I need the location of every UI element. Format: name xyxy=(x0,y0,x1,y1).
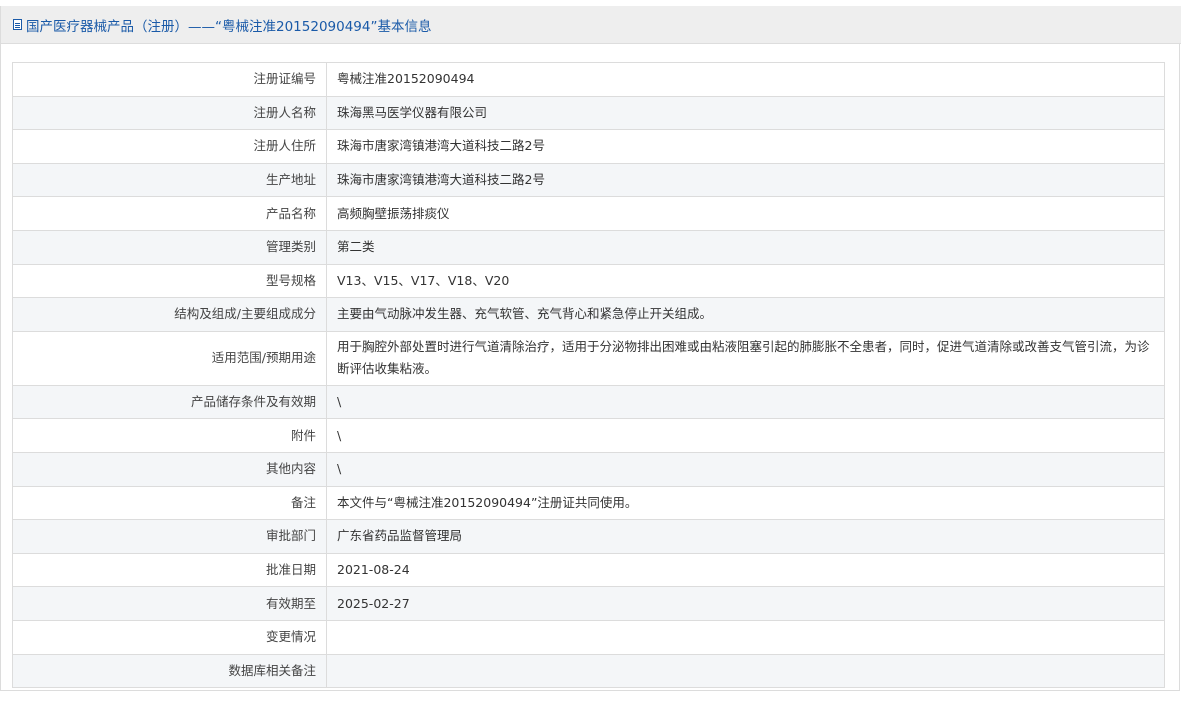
row-label: 附件 xyxy=(12,418,327,453)
table-row-structure: 结构及组成/主要组成成分 主要由气动脉冲发生器、充气软管、充气背心和紧急停止开关… xyxy=(12,297,1165,332)
row-value: \ xyxy=(326,451,1165,487)
row-value: V13、V15、V17、V18、V20 xyxy=(326,263,1165,299)
table-row-intended-use: 适用范围/预期用途 用于胸腔外部处置时进行气道清除治疗，适用于分泌物排出困难或由… xyxy=(12,330,1165,386)
row-value: 珠海市唐家湾镇港湾大道科技二路2号 xyxy=(326,162,1165,198)
panel-title: 国产医疗器械产品（注册）——“粤械注准20152090494”基本信息 xyxy=(26,18,432,35)
table-row-attachment: 附件 \ xyxy=(12,418,1165,453)
table-row-database-remarks: 数据库相关备注 xyxy=(12,653,1165,689)
info-panel: 国产医疗器械产品（注册）——“粤械注准20152090494”基本信息 注册证编… xyxy=(0,6,1181,691)
table-row-registration-number: 注册证编号 粤械注准20152090494 xyxy=(12,62,1165,97)
row-label: 结构及组成/主要组成成分 xyxy=(12,297,327,332)
row-value: 珠海市唐家湾镇港湾大道科技二路2号 xyxy=(326,129,1165,164)
row-label: 型号规格 xyxy=(12,263,327,299)
row-value xyxy=(326,653,1165,689)
table-row-remarks: 备注 本文件与“粤械注准20152090494”注册证共同使用。 xyxy=(12,485,1165,521)
panel-header: 国产医疗器械产品（注册）——“粤械注准20152090494”基本信息 xyxy=(1,6,1181,44)
row-label: 注册人名称 xyxy=(12,95,327,131)
table-row-management-category: 管理类别 第二类 xyxy=(12,229,1165,265)
row-value: 2025-02-27 xyxy=(326,586,1165,621)
row-value: \ xyxy=(326,384,1165,420)
row-label: 管理类别 xyxy=(12,229,327,265)
table-row-approval-department: 审批部门 广东省药品监督管理局 xyxy=(12,519,1165,554)
row-label: 批准日期 xyxy=(12,552,327,588)
row-label: 适用范围/预期用途 xyxy=(12,330,327,386)
row-label: 有效期至 xyxy=(12,586,327,621)
row-label: 审批部门 xyxy=(12,519,327,554)
row-value xyxy=(326,619,1165,655)
table-row-other-content: 其他内容 \ xyxy=(12,451,1165,487)
row-value: \ xyxy=(326,418,1165,453)
row-label: 注册人住所 xyxy=(12,129,327,164)
table-row-production-address: 生产地址 珠海市唐家湾镇港湾大道科技二路2号 xyxy=(12,162,1165,198)
row-label: 产品名称 xyxy=(12,196,327,231)
row-value: 本文件与“粤械注准20152090494”注册证共同使用。 xyxy=(326,485,1165,521)
table-row-approval-date: 批准日期 2021-08-24 xyxy=(12,552,1165,588)
row-value: 用于胸腔外部处置时进行气道清除治疗，适用于分泌物排出困难或由粘液阻塞引起的肺膨胀… xyxy=(326,330,1165,386)
table-row-product-name: 产品名称 高频胸壁振荡排痰仪 xyxy=(12,196,1165,231)
row-label: 备注 xyxy=(12,485,327,521)
row-label: 变更情况 xyxy=(12,619,327,655)
row-value: 高频胸壁振荡排痰仪 xyxy=(326,196,1165,231)
table-row-valid-until: 有效期至 2025-02-27 xyxy=(12,586,1165,621)
info-table: 注册证编号 粤械注准20152090494 注册人名称 珠海黑马医学仪器有限公司… xyxy=(12,62,1165,689)
row-value: 广东省药品监督管理局 xyxy=(326,519,1165,554)
row-label: 生产地址 xyxy=(12,162,327,198)
table-row-registrant-address: 注册人住所 珠海市唐家湾镇港湾大道科技二路2号 xyxy=(12,129,1165,164)
row-value: 2021-08-24 xyxy=(326,552,1165,588)
row-value: 粤械注准20152090494 xyxy=(326,62,1165,97)
row-label: 数据库相关备注 xyxy=(12,653,327,689)
row-label: 产品储存条件及有效期 xyxy=(12,384,327,420)
row-value: 珠海黑马医学仪器有限公司 xyxy=(326,95,1165,131)
row-value: 主要由气动脉冲发生器、充气软管、充气背心和紧急停止开关组成。 xyxy=(326,297,1165,332)
row-value: 第二类 xyxy=(326,229,1165,265)
document-icon xyxy=(13,19,22,30)
row-label: 注册证编号 xyxy=(12,62,327,97)
table-row-change-status: 变更情况 xyxy=(12,619,1165,655)
table-row-model-spec: 型号规格 V13、V15、V17、V18、V20 xyxy=(12,263,1165,299)
table-row-storage: 产品储存条件及有效期 \ xyxy=(12,384,1165,420)
table-row-registrant-name: 注册人名称 珠海黑马医学仪器有限公司 xyxy=(12,95,1165,131)
row-label: 其他内容 xyxy=(12,451,327,487)
